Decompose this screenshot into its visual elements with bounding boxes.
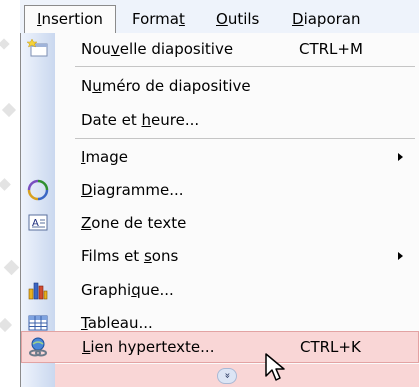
menu-label: utils bbox=[227, 10, 260, 28]
menu-label: Forma bbox=[132, 10, 179, 28]
submenu-arrow-icon bbox=[398, 153, 403, 161]
submenu-arrow-icon bbox=[398, 252, 403, 260]
menu-item-date-et-heure[interactable]: Date et heure... bbox=[21, 104, 419, 136]
tear-mark bbox=[1, 102, 17, 118]
menu-item-graphique[interactable]: Graphique... bbox=[21, 274, 419, 306]
mnemonic: O bbox=[216, 10, 228, 28]
menu-item-label: Nouvelle diapositive bbox=[81, 40, 234, 58]
menu-item-label: Diagramme... bbox=[81, 181, 184, 199]
menu-outils[interactable]: Outils bbox=[216, 6, 259, 32]
menu-item-label: Films et sons bbox=[81, 247, 179, 265]
menu-expand-row[interactable]: » bbox=[55, 364, 419, 387]
menu-format[interactable]: Format bbox=[132, 6, 185, 32]
menu-separator bbox=[75, 66, 415, 67]
hyperlink-icon bbox=[29, 337, 47, 357]
insertion-dropdown-menu: Nouvelle diapositive CTRL+M Numéro de di… bbox=[20, 33, 419, 387]
diagram-icon bbox=[27, 179, 49, 201]
tear-mark bbox=[0, 178, 11, 191]
text-box-icon: A bbox=[28, 214, 48, 231]
menu-bar: Insertion Format Outils Diaporan bbox=[20, 0, 419, 34]
menu-diaporama[interactable]: Diaporan bbox=[292, 6, 361, 32]
page-margin bbox=[0, 0, 20, 387]
menu-item-numero-de-diapositive[interactable]: Numéro de diapositive bbox=[21, 70, 419, 102]
menu-item-image[interactable]: Image bbox=[21, 141, 419, 173]
menu-item-label: Graphique... bbox=[81, 281, 174, 299]
shortcut-text: CTRL+M bbox=[299, 40, 363, 58]
menu-label: nsertion bbox=[41, 10, 103, 28]
shortcut-text: CTRL+K bbox=[300, 338, 361, 356]
menu-item-label: Numéro de diapositive bbox=[81, 77, 251, 95]
menu-item-films-et-sons[interactable]: Films et sons bbox=[21, 240, 419, 272]
menu-label: iaporan bbox=[303, 10, 361, 28]
chart-icon bbox=[28, 282, 48, 300]
mnemonic: t bbox=[178, 10, 185, 28]
menu-item-lien-hypertexte[interactable]: Lien hypertexte... CTRL+K bbox=[21, 331, 419, 363]
menu-insertion[interactable]: Insertion bbox=[24, 5, 116, 34]
menu-item-diagramme[interactable]: Diagramme... bbox=[21, 174, 419, 206]
tear-mark bbox=[3, 259, 20, 276]
menu-item-label: Image bbox=[81, 148, 128, 166]
menu-item-label: Lien hypertexte... bbox=[82, 338, 215, 356]
menu-item-nouvelle-diapositive[interactable]: Nouvelle diapositive CTRL+M bbox=[21, 33, 419, 65]
menu-item-label: Date et heure... bbox=[81, 111, 200, 129]
tear-mark bbox=[0, 38, 10, 50]
menu-item-label: Zone de texte bbox=[81, 214, 187, 232]
expand-chevron-icon[interactable]: » bbox=[217, 368, 237, 384]
tear-mark bbox=[0, 317, 13, 333]
mnemonic: D bbox=[292, 10, 304, 28]
mouse-cursor-icon bbox=[265, 353, 285, 381]
new-slide-icon bbox=[27, 38, 48, 57]
menu-separator bbox=[75, 138, 415, 139]
menu-item-zone-de-texte[interactable]: A Zone de texte bbox=[21, 207, 419, 239]
